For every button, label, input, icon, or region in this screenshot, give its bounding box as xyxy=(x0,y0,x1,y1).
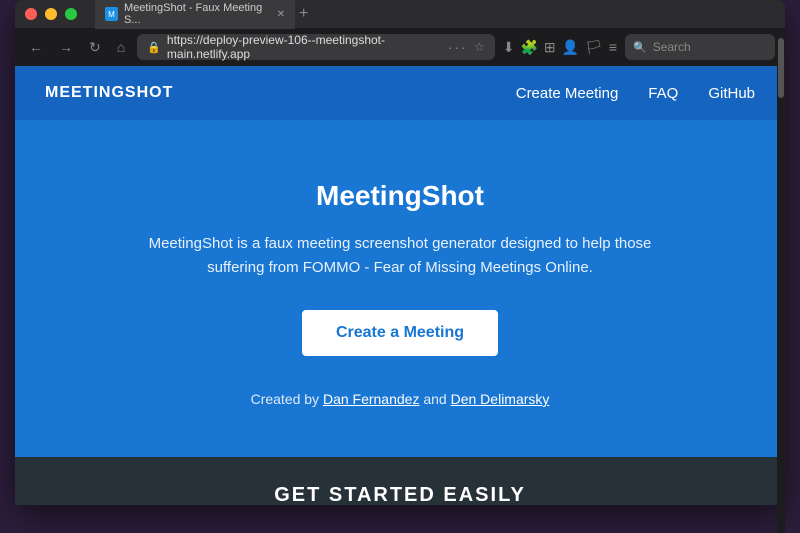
nav-create-meeting[interactable]: Create Meeting xyxy=(516,85,619,102)
url-bar[interactable]: 🔒 https://deploy-preview-106--meetingsho… xyxy=(137,34,495,60)
url-text: https://deploy-preview-106--meetingshot-… xyxy=(167,33,442,61)
site-navbar: MEETINGSHOT Create Meeting FAQ GitHub xyxy=(15,66,785,120)
scrollbar-track[interactable] xyxy=(777,28,785,533)
maximize-button[interactable] xyxy=(65,8,77,20)
profile-icon[interactable]: 👤 xyxy=(562,39,579,56)
browser-tab[interactable]: M MeetingShot - Faux Meeting S... ✕ xyxy=(95,0,295,29)
minimize-button[interactable] xyxy=(45,8,57,20)
search-bar[interactable]: 🔍 Search xyxy=(625,34,775,60)
browser-menu-icon[interactable]: ≡ xyxy=(609,39,617,55)
hero-credit: Created by Dan Fernandez and Den Delimar… xyxy=(251,391,550,407)
tab-area: M MeetingShot - Faux Meeting S... ✕ + xyxy=(95,0,775,29)
download-icon[interactable]: ⬇ xyxy=(503,39,515,56)
search-icon: 🔍 xyxy=(633,41,647,54)
tab-close-icon[interactable]: ✕ xyxy=(277,9,285,20)
credit-middle: and xyxy=(419,391,450,407)
addressbar: ← → ↻ ⌂ 🔒 https://deploy-preview-106--me… xyxy=(15,28,785,66)
footer-title: GET STARTED EASILY xyxy=(274,484,526,506)
tab-title: MeetingShot - Faux Meeting S... xyxy=(124,2,271,26)
flag-icon[interactable]: 🏳 xyxy=(585,39,603,56)
home-button[interactable]: ⌂ xyxy=(113,37,129,57)
scrollbar-thumb[interactable] xyxy=(778,38,784,98)
grid-icon[interactable]: ⊞ xyxy=(544,39,556,56)
credit-link-dan[interactable]: Dan Fernandez xyxy=(323,391,420,407)
new-tab-button[interactable]: + xyxy=(299,5,308,23)
credit-link-den[interactable]: Den Delimarsky xyxy=(451,391,550,407)
tab-favicon-icon: M xyxy=(105,7,118,21)
nav-faq[interactable]: FAQ xyxy=(648,85,678,102)
hero-description: MeetingShot is a faux meeting screenshot… xyxy=(130,232,670,280)
lock-icon: 🔒 xyxy=(147,41,161,54)
search-placeholder: Search xyxy=(653,40,691,54)
hero-title: MeetingShot xyxy=(316,180,484,212)
credit-prefix: Created by xyxy=(251,391,323,407)
bookmark-icon[interactable]: ☆ xyxy=(474,40,485,54)
forward-button[interactable]: → xyxy=(55,37,77,57)
create-meeting-button[interactable]: Create a Meeting xyxy=(302,310,498,356)
footer-section: GET STARTED EASILY xyxy=(15,457,785,505)
toolbar-icons: ⬇ 🧩 ⊞ 👤 🏳 ≡ xyxy=(503,39,617,56)
titlebar: M MeetingShot - Faux Meeting S... ✕ + xyxy=(15,0,785,28)
extensions-icon[interactable]: 🧩 xyxy=(520,39,537,56)
hero-section: MeetingShot MeetingShot is a faux meetin… xyxy=(15,120,785,457)
site-brand: MEETINGSHOT xyxy=(45,84,516,102)
refresh-button[interactable]: ↻ xyxy=(85,37,105,58)
close-button[interactable] xyxy=(25,8,37,20)
site-nav-links: Create Meeting FAQ GitHub xyxy=(516,85,755,102)
back-button[interactable]: ← xyxy=(25,37,47,57)
nav-github[interactable]: GitHub xyxy=(708,85,755,102)
url-menu-icon[interactable]: ··· xyxy=(448,39,468,55)
